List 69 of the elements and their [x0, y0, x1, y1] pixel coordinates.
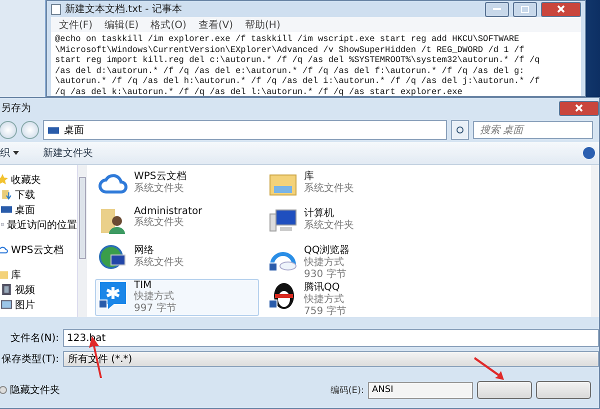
close-button[interactable]: [541, 2, 581, 16]
dialog-button[interactable]: [536, 381, 591, 399]
text-line: start reg import kill.reg del c:\autorun.* /f /q /as del %SYSTEMROOT%\system32\autorun.* /f /q: [55, 55, 541, 66]
close-icon: [575, 104, 583, 112]
user-folder-icon: [98, 206, 128, 236]
file-item[interactable]: 腾讯QQ 快捷方式 759 字节: [265, 279, 429, 316]
folder-icon: [0, 269, 8, 280]
help-icon: [583, 147, 595, 159]
window-title: 新建文本文档.txt - 记事本: [65, 2, 183, 16]
text-line: @echo on taskkill /im explorer.exe /f taskkill /im wscript.exe start reg add HKCU\SOFTWARE: [55, 34, 520, 45]
text-line: /as del d:\autorun.* /f /q /as del e:\autorun.* /f /q /as del f:\autorun.* /f /q /as del g:: [55, 66, 526, 76]
nav-item[interactable]: WPS云文档: [0, 242, 77, 257]
toolbar-button[interactable]: 织: [0, 146, 19, 160]
address-bar[interactable]: 桌面: [43, 120, 447, 140]
close-icon: [557, 5, 565, 13]
minimize-button[interactable]: [485, 2, 509, 16]
star-icon: [0, 174, 8, 185]
file-item[interactable]: 库 系统文件夹: [265, 168, 429, 205]
file-item[interactable]: 计算机 系统文件夹: [265, 205, 429, 242]
file-item[interactable]: QQ浏览器 快捷方式 930 字节: [265, 242, 429, 279]
field-label: 编码(E):: [330, 384, 364, 396]
file-item[interactable]: 网络 系统文件夹: [95, 242, 259, 279]
refresh-icon: [455, 125, 465, 135]
toolbar-button[interactable]: 新建文件夹: [43, 146, 93, 160]
file-item[interactable]: TIM 快捷方式 997 字节: [95, 279, 259, 316]
film-icon: [1, 284, 12, 295]
dialog-title: 另存为: [1, 102, 32, 115]
dialog-button[interactable]: [477, 381, 532, 399]
maximize-button[interactable]: [513, 2, 537, 16]
menu-item[interactable]: 格式(O): [150, 18, 186, 32]
notepad-icon: [51, 4, 61, 14]
maximize-icon: [521, 6, 529, 12]
hide-folders-button[interactable]: 隐藏文件夹: [0, 383, 326, 397]
nav-item[interactable]: 库: [0, 267, 77, 282]
menu-item[interactable]: 文件(F): [59, 18, 93, 32]
nav-item[interactable]: 桌面: [0, 202, 77, 217]
file-item[interactable]: Administrator 系统文件夹: [95, 205, 259, 242]
scrollbar[interactable]: [77, 165, 87, 317]
desktop-icon: [1, 204, 12, 215]
close-button[interactable]: [559, 100, 599, 116]
caret-icon: [13, 151, 19, 155]
minimize-icon: [493, 8, 501, 10]
download-folder-icon: [1, 189, 12, 200]
field-label: 保存类型(T):: [0, 352, 59, 366]
menu-item[interactable]: 查看(V): [198, 18, 234, 32]
refresh-button[interactable]: [451, 120, 469, 140]
picture-icon: [1, 299, 12, 310]
search-field[interactable]: 搜索 桌面: [473, 121, 593, 139]
nav-item[interactable]: 图片: [0, 297, 77, 312]
nav-item[interactable]: 收藏夹: [0, 172, 77, 187]
scrollbar[interactable]: [591, 165, 599, 317]
field-label: 文件名(N):: [9, 332, 59, 345]
file-item[interactable]: WPS云文档 系统文件夹: [95, 168, 259, 205]
star-badge-icon: [98, 280, 128, 310]
back-button[interactable]: [0, 121, 17, 139]
nav-item[interactable]: 下载: [0, 187, 77, 202]
text-line: /q /as del k:\autorun.* /f /q /as del l:\autorun.* /f /q /as start explorer.exe: [55, 86, 464, 96]
text-line: \Microsoft\Windows\CurrentVersion\EXplorer\Advanced /v ShowSuperHidden /t REG_DWORD /d 1 /f: [55, 44, 526, 56]
text-line: \autorun.* /f /q /as del h:\autorun.* /f /q /as del i:\autorun.* /f /q /as del j:\autorun.* /f: [55, 76, 541, 87]
nav-item[interactable]: 最近访问的位置: [0, 217, 77, 232]
cloud-icon: [0, 244, 8, 255]
menu-item[interactable]: 帮助(H): [245, 18, 280, 32]
forward-button[interactable]: [21, 121, 39, 139]
text-editor[interactable]: [51, 32, 581, 96]
menu-item[interactable]: 编辑(E): [104, 18, 139, 32]
desktop-icon: [48, 124, 59, 136]
nav-item[interactable]: 视频: [0, 282, 77, 297]
arrow-annotation: [474, 357, 504, 380]
encoding-dropdown[interactable]: ANSI: [368, 382, 473, 398]
